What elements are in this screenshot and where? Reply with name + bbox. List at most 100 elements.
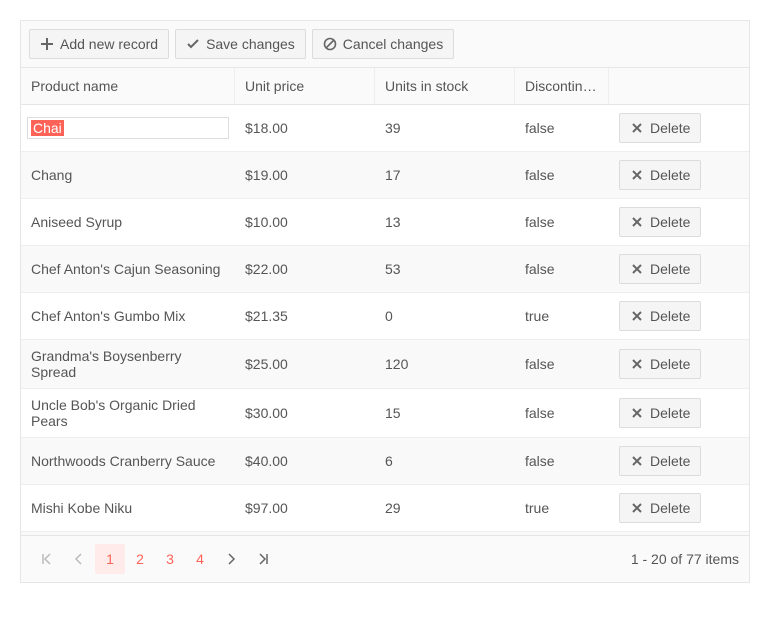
cell-discontinued[interactable]: false (515, 105, 609, 151)
cell-product-name[interactable]: Grandma's Boysenberry Spread (21, 340, 235, 388)
close-icon (630, 168, 644, 182)
delete-label: Delete (650, 356, 690, 372)
save-changes-label: Save changes (206, 36, 295, 52)
cancel-changes-button[interactable]: Cancel changes (312, 29, 454, 59)
close-icon (630, 406, 644, 420)
cell-discontinued[interactable]: false (515, 389, 609, 437)
delete-button[interactable]: Delete (619, 349, 701, 379)
cell-unit-price[interactable]: $31.00 (235, 532, 375, 535)
table-row: Northwoods Cranberry Sauce$40.006false De… (21, 438, 749, 485)
chevron-right-icon (227, 553, 237, 565)
cell-units-in-stock[interactable]: 0 (375, 293, 515, 339)
pager-page-1[interactable]: 1 (95, 544, 125, 574)
cell-product-name[interactable]: Northwoods Cranberry Sauce (21, 438, 235, 484)
cell-discontinued[interactable]: true (515, 293, 609, 339)
cell-unit-price[interactable]: $10.00 (235, 199, 375, 245)
cell-discontinued[interactable]: false (515, 532, 609, 535)
delete-button[interactable]: Delete (619, 113, 701, 143)
cell-unit-price[interactable]: $19.00 (235, 152, 375, 198)
cell-product-name[interactable]: Chef Anton's Cajun Seasoning (21, 246, 235, 292)
save-changes-button[interactable]: Save changes (175, 29, 306, 59)
pager-page-3[interactable]: 3 (155, 544, 185, 574)
cancel-changes-label: Cancel changes (343, 36, 443, 52)
pager-page-4[interactable]: 4 (185, 544, 215, 574)
cell-product-name[interactable]: Aniseed Syrup (21, 199, 235, 245)
cell-units-in-stock[interactable]: 15 (375, 389, 515, 437)
cell-product-name[interactable]: Chai (21, 105, 235, 151)
grid-body: Chai$18.0039falseDeleteChang$19.0017fals… (21, 105, 749, 535)
seek-first-icon (40, 553, 52, 565)
check-icon (186, 37, 200, 51)
close-icon (630, 501, 644, 515)
cell-commands: Delete (609, 199, 749, 245)
cancel-icon (323, 37, 337, 51)
delete-button[interactable]: Delete (619, 301, 701, 331)
delete-label: Delete (650, 405, 690, 421)
close-icon (630, 215, 644, 229)
delete-button[interactable]: Delete (619, 398, 701, 428)
pager-page-2[interactable]: 2 (125, 544, 155, 574)
cell-units-in-stock[interactable]: 120 (375, 340, 515, 388)
cell-unit-price[interactable]: $22.00 (235, 246, 375, 292)
cell-product-name[interactable]: Chang (21, 152, 235, 198)
table-row: Aniseed Syrup$10.0013false Delete (21, 199, 749, 246)
cell-commands: Delete (609, 152, 749, 198)
table-row: Chef Anton's Gumbo Mix$21.350true Delete (21, 293, 749, 340)
close-icon (630, 309, 644, 323)
cell-product-name[interactable]: Mishi Kobe Niku (21, 485, 235, 531)
pager-info: 1 - 20 of 77 items (631, 551, 739, 567)
cell-unit-price[interactable]: $30.00 (235, 389, 375, 437)
delete-button[interactable]: Delete (619, 493, 701, 523)
delete-button[interactable]: Delete (619, 254, 701, 284)
delete-label: Delete (650, 214, 690, 230)
delete-button[interactable]: Delete (619, 160, 701, 190)
pager-last-button[interactable] (249, 544, 279, 574)
cell-discontinued[interactable]: true (515, 485, 609, 531)
pager-prev-button[interactable] (63, 544, 93, 574)
cell-discontinued[interactable]: false (515, 246, 609, 292)
cell-discontinued[interactable]: false (515, 152, 609, 198)
cell-product-name[interactable]: Ikura (21, 532, 235, 535)
cell-discontinued[interactable]: false (515, 199, 609, 245)
delete-button[interactable]: Delete (619, 207, 701, 237)
cell-units-in-stock[interactable]: 53 (375, 246, 515, 292)
cell-product-name[interactable]: Uncle Bob's Organic Dried Pears (21, 389, 235, 437)
cell-commands: Delete (609, 340, 749, 388)
cell-unit-price[interactable]: $21.35 (235, 293, 375, 339)
table-row: Chai $18.0039false Delete (21, 105, 749, 152)
cell-units-in-stock[interactable]: 17 (375, 152, 515, 198)
cell-unit-price[interactable]: $40.00 (235, 438, 375, 484)
cell-unit-price[interactable]: $18.00 (235, 105, 375, 151)
cell-units-in-stock[interactable]: 6 (375, 438, 515, 484)
table-row: Mishi Kobe Niku$97.0029true Delete (21, 485, 749, 532)
cell-discontinued[interactable]: false (515, 340, 609, 388)
plus-icon (40, 37, 54, 51)
cell-product-name[interactable]: Chef Anton's Gumbo Mix (21, 293, 235, 339)
cell-commands: Delete (609, 105, 749, 151)
grid-pager: 1234 1 - 20 of 77 items (21, 535, 749, 582)
cell-units-in-stock[interactable]: 39 (375, 105, 515, 151)
chevron-left-icon (73, 553, 83, 565)
delete-button[interactable]: Delete (619, 446, 701, 476)
column-header-product-name[interactable]: Product name (21, 68, 235, 104)
column-header-unit-price[interactable]: Unit price (235, 68, 375, 104)
cell-unit-price[interactable]: $25.00 (235, 340, 375, 388)
add-new-record-label: Add new record (60, 36, 158, 52)
cell-commands: Delete (609, 485, 749, 531)
close-icon (630, 357, 644, 371)
cell-units-in-stock[interactable]: 29 (375, 485, 515, 531)
cell-units-in-stock[interactable]: 13 (375, 199, 515, 245)
table-row: Chang$19.0017false Delete (21, 152, 749, 199)
pager-next-button[interactable] (217, 544, 247, 574)
cell-units-in-stock[interactable]: 31 (375, 532, 515, 535)
add-new-record-button[interactable]: Add new record (29, 29, 169, 59)
cell-unit-price[interactable]: $97.00 (235, 485, 375, 531)
column-header-units-in-stock[interactable]: Units in stock (375, 68, 515, 104)
edit-selection[interactable]: Chai (31, 120, 64, 136)
cell-commands: Delete (609, 438, 749, 484)
pager-first-button[interactable] (31, 544, 61, 574)
table-row: Ikura$31.0031falseDelete (21, 532, 749, 535)
column-header-discontinued[interactable]: Discontin… (515, 68, 609, 104)
cell-discontinued[interactable]: false (515, 438, 609, 484)
cell-commands: Delete (609, 293, 749, 339)
